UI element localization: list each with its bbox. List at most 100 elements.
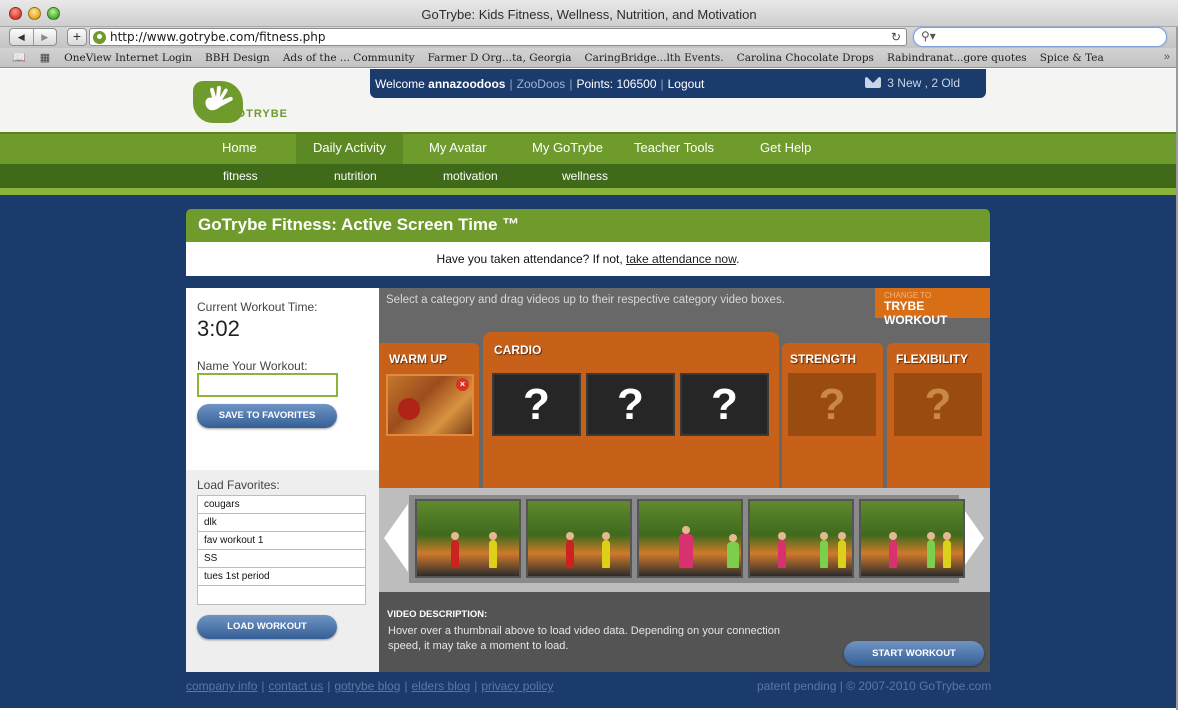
figure bbox=[451, 540, 459, 568]
welcome-label: Welcome bbox=[375, 77, 425, 91]
figure bbox=[820, 540, 828, 568]
bookmark-item[interactable]: CaringBridge...lth Events. bbox=[585, 52, 724, 64]
carousel-left-arrow-icon[interactable] bbox=[384, 504, 408, 572]
favorite-item[interactable] bbox=[198, 586, 365, 604]
footer-elders-blog-link[interactable]: elders blog bbox=[412, 679, 471, 693]
favorite-item[interactable]: tues 1st period bbox=[198, 568, 365, 586]
remove-video-icon[interactable]: × bbox=[456, 378, 469, 391]
favorite-item[interactable]: SS bbox=[198, 550, 365, 568]
address-bar-url[interactable]: http://www.gotrybe.com/fitness.php bbox=[110, 30, 326, 44]
figure-head bbox=[927, 532, 935, 540]
figure bbox=[889, 540, 897, 568]
cardio-slot[interactable]: ? bbox=[586, 373, 675, 436]
figure-head bbox=[602, 532, 610, 540]
back-arrow-icon[interactable]: ◀ bbox=[10, 29, 33, 45]
window-title: GoTrybe: Kids Fitness, Wellness, Nutriti… bbox=[421, 7, 757, 22]
figure-head bbox=[889, 532, 897, 540]
address-bar[interactable]: http://www.gotrybe.com/fitness.php ↻ bbox=[89, 28, 907, 46]
search-icon: ⚲▾ bbox=[921, 29, 936, 43]
workout-name-input[interactable] bbox=[197, 373, 338, 397]
footer-links: company info | contact us | gotrybe blog | eld… bbox=[186, 679, 554, 693]
attendance-banner: Have you taken attendance? If not, take … bbox=[186, 242, 990, 276]
bookmark-item[interactable]: Rabindranat...gore quotes bbox=[887, 52, 1027, 64]
figure-head bbox=[820, 532, 828, 540]
bookmarks-overflow-icon[interactable]: » bbox=[1164, 51, 1170, 63]
footer-privacy-policy-link[interactable]: privacy policy bbox=[481, 679, 553, 693]
figure bbox=[566, 540, 574, 568]
video-thumbnail[interactable] bbox=[526, 499, 632, 578]
messages-link[interactable]: 3 New , 2 Old bbox=[865, 76, 960, 90]
change-to-trybe-workout-button[interactable]: CHANGE TO TRYBE WORKOUT bbox=[875, 288, 990, 327]
bookmark-item[interactable]: Ads of the ... Community bbox=[283, 52, 415, 64]
figure-head bbox=[451, 532, 459, 540]
subnav-nutrition[interactable]: nutrition bbox=[334, 169, 377, 183]
footer-gotrybe-blog-link[interactable]: gotrybe blog bbox=[334, 679, 400, 693]
nav-teacher-tools[interactable]: Teacher Tools bbox=[634, 134, 714, 164]
reload-icon[interactable]: ↻ bbox=[891, 30, 901, 44]
username: annazoodoos bbox=[428, 77, 506, 91]
forward-arrow-icon[interactable]: ▶ bbox=[32, 29, 57, 45]
subnav-wellness[interactable]: wellness bbox=[562, 169, 608, 183]
nav-get-help[interactable]: Get Help bbox=[760, 134, 811, 164]
search-field[interactable]: ⚲▾ bbox=[913, 27, 1167, 47]
figure bbox=[778, 540, 786, 568]
figure bbox=[602, 540, 610, 568]
figure-head bbox=[838, 532, 846, 540]
trybe-workout-label: TRYBE WORKOUT bbox=[884, 299, 948, 327]
nav-divider bbox=[0, 188, 1176, 195]
video-thumbnail[interactable] bbox=[637, 499, 743, 578]
video-thumbnail[interactable] bbox=[415, 499, 521, 578]
workout-sidebar: Current Workout Time: 3:02 Name Your Wor… bbox=[186, 288, 379, 672]
video-thumbnail[interactable] bbox=[859, 499, 965, 578]
reading-list-icon[interactable]: 📖 bbox=[12, 51, 26, 64]
bookmark-item[interactable]: BBH Design bbox=[205, 52, 270, 64]
nav-my-avatar[interactable]: My Avatar bbox=[429, 134, 487, 164]
browser-toolbar: ◀ ▶ + http://www.gotrybe.com/fitness.php… bbox=[0, 27, 1178, 48]
footer-copyright: patent pending | © 2007-2010 GoTrybe.com bbox=[757, 679, 992, 693]
bookmark-item[interactable]: Spice & Tea bbox=[1040, 52, 1104, 64]
favorite-item[interactable]: dlk bbox=[198, 514, 365, 532]
video-description-title: VIDEO DESCRIPTION: bbox=[387, 609, 488, 620]
messages-count[interactable]: 3 New , 2 Old bbox=[887, 76, 960, 90]
strength-slot[interactable]: ? bbox=[788, 373, 876, 436]
flexibility-slot[interactable]: ? bbox=[894, 373, 982, 436]
footer-company-info-link[interactable]: company info bbox=[186, 679, 257, 693]
nav-my-gotrybe[interactable]: My GoTrybe bbox=[532, 134, 603, 164]
attendance-suffix: . bbox=[736, 252, 740, 266]
flexibility-label: FLEXIBILITY bbox=[896, 352, 968, 366]
logout-link[interactable]: Logout bbox=[668, 77, 705, 91]
strength-label: STRENGTH bbox=[790, 352, 856, 366]
figure bbox=[943, 540, 951, 568]
save-to-favorites-button[interactable]: SAVE TO FAVORITES bbox=[197, 404, 337, 428]
bookmarks-bar: 📖 ▦ OneView Internet Login BBH Design Ad… bbox=[0, 48, 1178, 68]
window-titlebar: GoTrybe: Kids Fitness, Wellness, Nutriti… bbox=[0, 0, 1178, 27]
start-workout-button[interactable]: START WORKOUT bbox=[844, 641, 984, 666]
bookmark-item[interactable]: OneView Internet Login bbox=[64, 52, 192, 64]
top-sites-grid-icon[interactable]: ▦ bbox=[40, 51, 50, 64]
back-forward-buttons: ◀ ▶ bbox=[9, 28, 57, 46]
nav-daily-activity[interactable]: Daily Activity bbox=[296, 134, 403, 164]
add-bookmark-button[interactable]: + bbox=[67, 28, 87, 46]
cardio-slot[interactable]: ? bbox=[492, 373, 581, 436]
nav-home[interactable]: Home bbox=[222, 134, 257, 164]
video-thumbnail[interactable] bbox=[748, 499, 854, 578]
favorite-item[interactable]: cougars bbox=[198, 496, 365, 514]
logo-wordmark[interactable]: GOTRYBE bbox=[227, 108, 288, 120]
sub-nav: fitness nutrition motivation wellness bbox=[0, 164, 1176, 188]
cardio-slot[interactable]: ? bbox=[680, 373, 769, 436]
take-attendance-link[interactable]: take attendance now bbox=[626, 252, 736, 266]
figure bbox=[727, 542, 739, 568]
favorites-list: cougars dlk fav workout 1 SS tues 1st pe… bbox=[197, 495, 366, 605]
footer-contact-us-link[interactable]: contact us bbox=[269, 679, 324, 693]
figure bbox=[838, 540, 846, 568]
bookmark-item[interactable]: Carolina Chocolate Drops bbox=[737, 52, 874, 64]
load-workout-button[interactable]: LOAD WORKOUT bbox=[197, 615, 337, 639]
load-favorites-label: Load Favorites: bbox=[197, 478, 280, 492]
zoodoos-link[interactable]: ZooDoos bbox=[517, 77, 566, 91]
subnav-fitness[interactable]: fitness bbox=[223, 169, 258, 183]
bookmark-item[interactable]: Farmer D Org...ta, Georgia bbox=[428, 52, 572, 64]
subnav-motivation[interactable]: motivation bbox=[443, 169, 498, 183]
workout-timer: 3:02 bbox=[197, 316, 240, 341]
exercise-ball-icon bbox=[398, 398, 420, 420]
favorite-item[interactable]: fav workout 1 bbox=[198, 532, 365, 550]
